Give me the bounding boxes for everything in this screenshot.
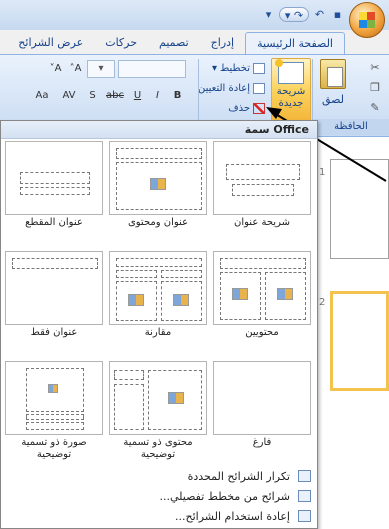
slide-number: 2 [319,297,326,308]
grow-font-button[interactable]: A˄ [67,60,84,78]
reset-button[interactable]: إعادة التعيين [198,80,265,96]
content-placeholder-icon [128,294,144,306]
outline-icon [298,490,311,502]
duplicate-slides-item[interactable]: تكرار الشرائح المحددة [1,466,317,486]
content-placeholder-icon [173,294,189,306]
underline-button[interactable]: U [129,87,146,105]
layout-title-only[interactable]: عنوان فقط [5,251,103,355]
layout-comparison[interactable]: مقارنة [109,251,207,355]
layout-button[interactable]: تخطيط ▾ [199,60,265,76]
gallery-title: سمة Office [1,121,317,139]
redo-icon[interactable]: ↷ ▾ [279,7,309,22]
cut-icon[interactable]: ✂ [367,61,383,75]
content-placeholder-icon [232,288,248,300]
layout-blank[interactable]: فارغ [213,361,311,465]
content-placeholder-icon [277,288,293,300]
slides-pane: 1 2 [318,137,389,529]
reuse-icon [298,510,311,522]
shadow-button[interactable]: S [84,87,101,105]
new-slide-icon [275,59,304,84]
undo-icon[interactable]: ↶ [312,7,327,22]
layout-icon [253,62,265,74]
font-name-box[interactable] [118,60,186,78]
gallery-footer-menu: تكرار الشرائح المحددة شرائح من مخطط تفصي… [1,466,317,526]
char-spacing-button[interactable]: AV [57,87,81,105]
layout-title-slide[interactable]: شريحة عنوان [213,141,311,245]
bold-button[interactable]: B [169,87,186,105]
quick-access-toolbar: ▪ ↶ ↷ ▾ ▾ [0,0,389,38]
italic-button[interactable]: I [149,87,166,105]
content-placeholder-icon [150,178,166,190]
font-size-box[interactable]: ▾ [87,60,115,78]
reset-icon [253,82,265,94]
content-placeholder-icon [168,392,184,404]
layout-gallery-dropdown: سمة Office شريحة عنوان عنوان ومحتوى عنوا… [0,120,318,529]
save-icon[interactable]: ▪ [330,7,345,22]
picture-placeholder-icon [48,384,58,393]
change-case-button[interactable]: Aa [30,87,54,105]
tab-design[interactable]: تصميم [148,32,200,54]
layout-two-content[interactable]: محتويين [213,251,311,355]
copy-icon[interactable]: ❐ [367,81,383,95]
tab-home[interactable]: الصفحة الرئيسية [245,32,345,54]
layout-title-content[interactable]: عنوان ومحتوى [109,141,207,245]
layout-content-caption[interactable]: محتوى ذو تسمية توضيحية [109,361,207,465]
shrink-font-button[interactable]: A˅ [47,60,64,78]
tab-slideshow[interactable]: عرض الشرائح [7,32,94,54]
font-group: ▾ A˄ A˅ B I U abc S AV Aa [0,60,186,114]
slides-from-outline-item[interactable]: شرائح من مخطط تفصيلي... [1,486,317,506]
tab-animations[interactable]: حركات [94,32,148,54]
strikethrough-button[interactable]: abc [104,87,126,105]
customize-qat-icon[interactable]: ▾ [261,7,276,22]
duplicate-icon [298,470,311,482]
layout-picture-caption[interactable]: صورة ذو تسمية توضيحية [5,361,103,465]
tab-insert[interactable]: إدراج [200,32,245,54]
layout-section-header[interactable]: عنوان المقطع [5,141,103,245]
delete-button[interactable]: حذف [199,100,265,116]
ribbon-tabs: الصفحة الرئيسية إدراج تصميم حركات عرض ال… [0,32,389,54]
paste-icon [320,59,346,89]
slide-thumbnail-selected[interactable] [330,291,389,391]
office-logo-icon [359,12,375,28]
office-button[interactable] [349,2,385,38]
reuse-slides-item[interactable]: إعادة استخدام الشرائح... [1,506,317,526]
